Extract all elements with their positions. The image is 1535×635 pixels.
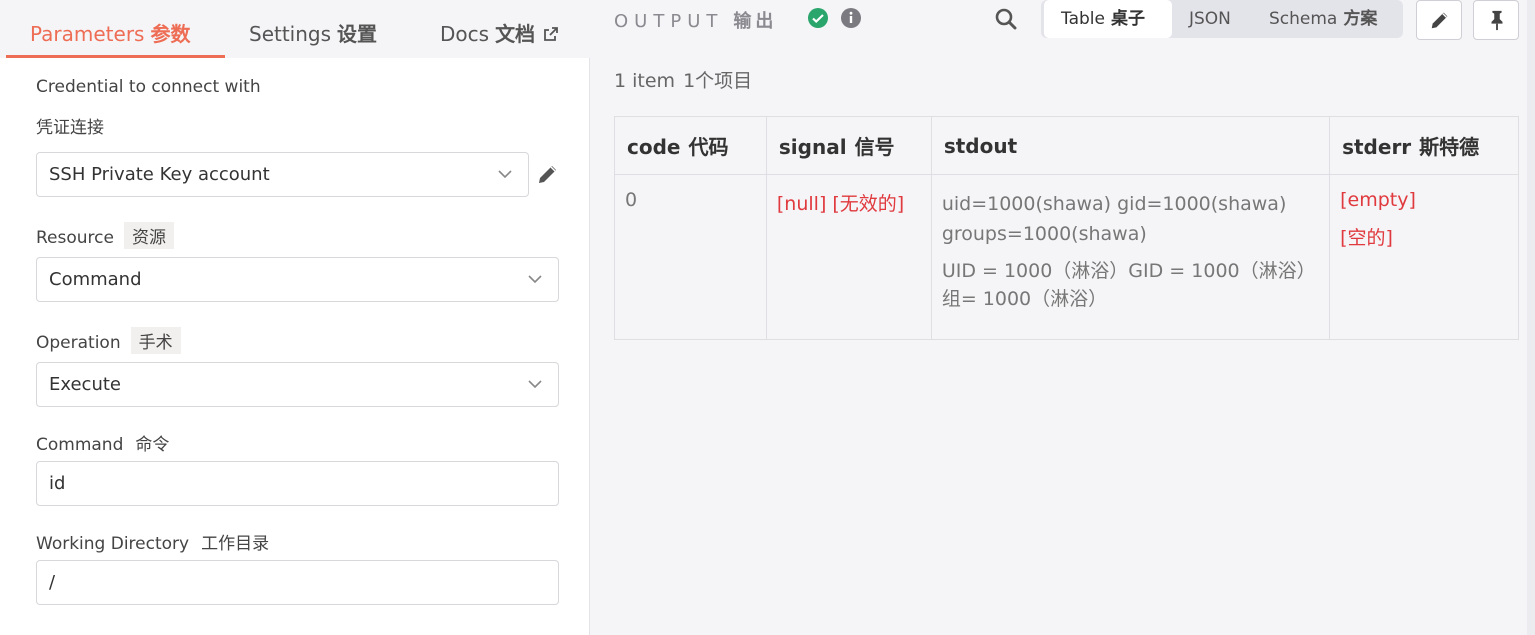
- active-tab-indicator: [6, 55, 225, 58]
- column-header-code[interactable]: code 代码: [614, 116, 767, 175]
- column-header-code-en: code: [627, 135, 681, 159]
- chevron-down-icon: [498, 170, 512, 179]
- resource-select-value: Command: [49, 269, 142, 290]
- view-mode-toggle: Table 桌子 JSON Schema 方案: [1041, 0, 1403, 38]
- view-table-label: Table: [1061, 9, 1105, 29]
- cell-signal-value: [null] [无效的]: [776, 193, 905, 215]
- resource-label: Resource 资源: [36, 222, 174, 249]
- cell-stderr-value: [empty]: [1340, 189, 1416, 211]
- tab-parameters-label: Parameters: [30, 22, 145, 46]
- table-row: 0 [null] [无效的] uid=1000(shawa) gid=1000(…: [614, 174, 1519, 340]
- tab-settings[interactable]: Settings 设置: [249, 18, 377, 47]
- cell-stderr-value-zh: [空的]: [1340, 227, 1393, 249]
- tab-settings-label: Settings: [249, 22, 332, 46]
- tab-settings-label-zh: 设置: [337, 22, 378, 46]
- external-link-icon: [544, 27, 559, 41]
- search-icon[interactable]: [994, 7, 1018, 31]
- item-count: 1 item 1个项目: [614, 66, 752, 93]
- column-header-signal-zh: 信号: [854, 135, 895, 159]
- view-schema-label-zh: 方案: [1343, 9, 1378, 29]
- cell-stderr: [empty] [空的]: [1329, 174, 1519, 340]
- chevron-down-icon: [528, 275, 542, 284]
- operation-select[interactable]: Execute: [36, 362, 559, 407]
- tab-parameters-label-zh: 参数: [150, 22, 191, 46]
- operation-label-en: Operation: [36, 333, 121, 353]
- item-count-en: 1 item: [614, 70, 676, 92]
- cell-signal: [null] [无效的]: [765, 174, 932, 340]
- operation-label: Operation 手术: [36, 327, 181, 354]
- info-icon[interactable]: [841, 8, 861, 28]
- view-json-button[interactable]: JSON: [1179, 0, 1241, 38]
- working-directory-input-value: /: [49, 572, 56, 593]
- panel-tabs: Parameters 参数 Settings 设置 Docs 文档: [0, 0, 590, 58]
- cell-code-value: 0: [625, 189, 638, 211]
- edit-credential-pencil-icon[interactable]: [536, 162, 560, 186]
- credential-select[interactable]: SSH Private Key account: [36, 152, 529, 197]
- chevron-down-icon: [528, 380, 542, 389]
- tab-docs-label-zh: 文档: [495, 22, 536, 46]
- working-directory-label-en: Working Directory: [36, 534, 190, 554]
- output-table: code 代码 signal 信号 stdout stderr 斯特德 0 [null…: [614, 116, 1519, 340]
- cell-stdout-value-zh: UID = 1000（淋浴）GID = 1000（淋浴）组= 1000（淋浴）: [941, 260, 1316, 310]
- pencil-icon: [1431, 12, 1448, 29]
- credential-label: Credential to connect with: [36, 77, 261, 97]
- column-header-stdout-en: stdout: [943, 133, 1018, 158]
- command-input[interactable]: id: [36, 461, 559, 506]
- command-input-value: id: [49, 473, 66, 494]
- credential-select-value: SSH Private Key account: [49, 164, 270, 185]
- tab-parameters[interactable]: Parameters 参数: [30, 18, 190, 47]
- operation-select-value: Execute: [49, 374, 121, 395]
- column-header-stdout[interactable]: stdout: [930, 116, 1331, 175]
- tab-docs-label: Docs: [440, 22, 490, 46]
- command-label-en: Command: [36, 435, 124, 455]
- view-schema-label: Schema: [1269, 9, 1338, 29]
- table-header-row: code 代码 signal 信号 stdout stderr 斯特德: [614, 116, 1519, 175]
- edit-output-button[interactable]: [1416, 0, 1462, 40]
- success-check-icon: [808, 8, 828, 28]
- view-json-label: JSON: [1189, 9, 1231, 29]
- cell-stdout-value: uid=1000(shawa) gid=1000(shawa) groups=1…: [941, 193, 1287, 245]
- tab-docs[interactable]: Docs 文档: [440, 18, 559, 47]
- credential-label-zh: 凭证连接: [36, 118, 104, 138]
- column-header-signal-en: signal: [778, 135, 847, 159]
- column-header-stderr-zh: 斯特德: [1419, 135, 1480, 159]
- working-directory-label: Working Directory 工作目录: [36, 529, 269, 554]
- cell-stdout: uid=1000(shawa) gid=1000(shawa) groups=1…: [930, 174, 1331, 340]
- column-header-stderr[interactable]: stderr 斯特德: [1329, 116, 1519, 175]
- parameters-panel: Parameters 参数 Settings 设置 Docs 文档 Credentia…: [0, 0, 590, 635]
- pin-icon: [1491, 10, 1503, 31]
- resource-label-en: Resource: [36, 228, 114, 248]
- output-title: OUTPUT 输出: [614, 7, 777, 33]
- command-label-zh: 命令: [135, 435, 170, 455]
- column-header-stderr-en: stderr: [1342, 135, 1412, 159]
- working-directory-input[interactable]: /: [36, 560, 559, 605]
- cell-code: 0: [614, 174, 767, 340]
- output-title-zh: 输出: [733, 11, 778, 32]
- view-table-label-zh: 桌子: [1110, 9, 1145, 29]
- column-header-code-zh: 代码: [688, 135, 729, 159]
- resource-select[interactable]: Command: [36, 257, 559, 302]
- view-table-button[interactable]: Table 桌子: [1044, 0, 1172, 38]
- pin-data-button[interactable]: [1473, 0, 1519, 40]
- item-count-zh: 1个项目: [683, 70, 753, 92]
- scrollbar[interactable]: [1527, 0, 1535, 635]
- working-directory-label-zh: 工作目录: [201, 534, 270, 554]
- resource-label-zh: 资源: [123, 222, 174, 249]
- command-label: Command 命令: [36, 430, 169, 455]
- view-schema-button[interactable]: Schema 方案: [1259, 0, 1387, 38]
- column-header-signal[interactable]: signal 信号: [765, 116, 932, 175]
- operation-label-zh: 手术: [130, 327, 181, 354]
- output-title-en: OUTPUT: [614, 11, 724, 32]
